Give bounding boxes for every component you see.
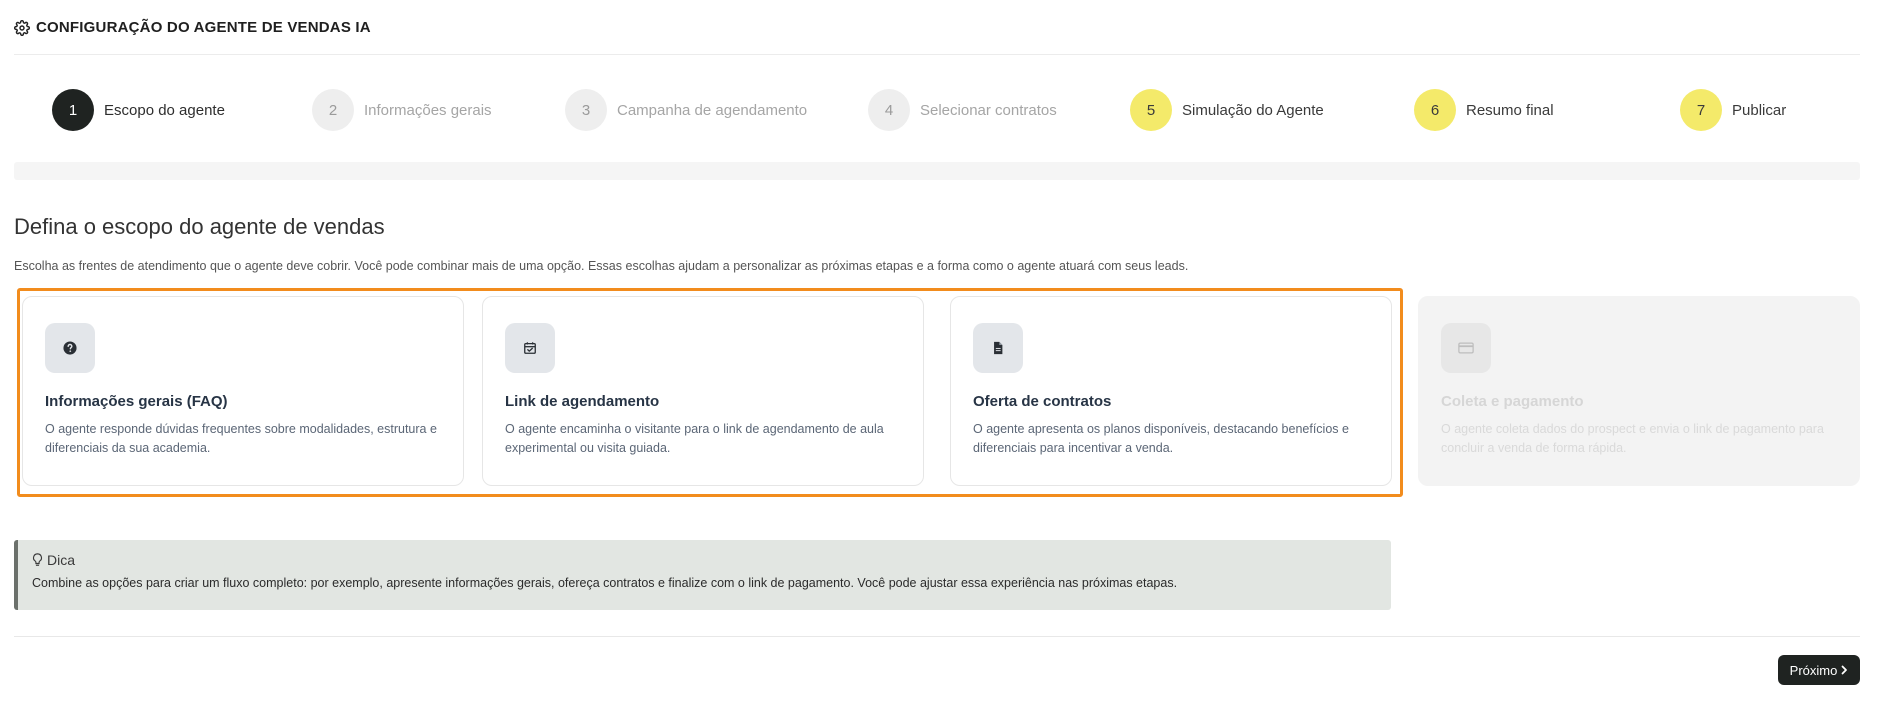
- step-number: 3: [565, 89, 607, 131]
- step-label: Campanha de agendamento: [617, 101, 808, 119]
- page-title: CONFIGURAÇÃO DO AGENTE DE VENDAS IA: [36, 19, 371, 36]
- scope-card-contract-offer[interactable]: Oferta de contratos O agente apresenta o…: [950, 296, 1392, 486]
- card-icon-box: [1441, 323, 1491, 373]
- card-icon-box: [973, 323, 1023, 373]
- section-description: Escolha as frentes de atendimento que o …: [14, 259, 1189, 273]
- step-label: Simulação do Agente: [1182, 101, 1324, 119]
- step-label: Selecionar contratos: [920, 101, 1057, 119]
- next-button-label: Próximo: [1789, 662, 1838, 678]
- card-icon-box: [45, 323, 95, 373]
- step-number: 6: [1414, 89, 1456, 131]
- card-title: Oferta de contratos: [973, 393, 1112, 410]
- step-number: 4: [868, 89, 910, 131]
- step-general-info: 2 Informações gerais: [312, 89, 492, 131]
- tip-box: Dica Combine as opções para criar um flu…: [14, 540, 1391, 610]
- step-number: 2: [312, 89, 354, 131]
- step-number: 1: [52, 89, 94, 131]
- chevron-right-icon: [1841, 665, 1848, 675]
- tip-text: Combine as opções para criar um fluxo co…: [32, 576, 1178, 590]
- calendar-check-icon: [524, 342, 536, 354]
- credit-card-icon: [1458, 342, 1474, 354]
- document-icon: [994, 341, 1003, 355]
- scope-card-faq[interactable]: Informações gerais (FAQ) O agente respon…: [22, 296, 464, 486]
- step-label: Resumo final: [1466, 101, 1554, 119]
- step-scheduling-campaign: 3 Campanha de agendamento: [565, 89, 807, 131]
- tip-header: Dica: [32, 552, 1377, 568]
- tip-title: Dica: [47, 552, 76, 568]
- step-label: Publicar: [1732, 101, 1787, 119]
- card-icon-box: [505, 323, 555, 373]
- next-button[interactable]: Próximo: [1778, 655, 1860, 685]
- card-description: O agente coleta dados do prospect e envi…: [1441, 422, 1824, 455]
- step-label: Informações gerais: [364, 101, 492, 119]
- card-description: O agente apresenta os planos disponíveis…: [973, 422, 1349, 455]
- section-title: Defina o escopo do agente de vendas: [14, 214, 385, 239]
- scope-card-scheduling-link[interactable]: Link de agendamento O agente encaminha o…: [482, 296, 924, 486]
- step-final-summary[interactable]: 6 Resumo final: [1414, 89, 1554, 131]
- step-publish[interactable]: 7 Publicar: [1680, 89, 1786, 131]
- page-header: CONFIGURAÇÃO DO AGENTE DE VENDAS IA: [14, 19, 1860, 55]
- step-select-contracts: 4 Selecionar contratos: [868, 89, 1057, 131]
- progress-track: [14, 162, 1860, 180]
- card-title: Coleta e pagamento: [1441, 393, 1584, 410]
- lightbulb-icon: [32, 553, 43, 566]
- step-number: 7: [1680, 89, 1722, 131]
- step-number: 5: [1130, 89, 1172, 131]
- footer-divider: [14, 636, 1860, 637]
- step-scope[interactable]: 1 Escopo do agente: [52, 89, 225, 131]
- step-label: Escopo do agente: [104, 101, 225, 119]
- card-title: Informações gerais (FAQ): [45, 393, 228, 410]
- wizard-stepper: 1 Escopo do agente 2 Informações gerais …: [52, 89, 1832, 131]
- card-title: Link de agendamento: [505, 393, 660, 410]
- question-circle-icon: [63, 341, 77, 355]
- step-agent-simulation[interactable]: 5 Simulação do Agente: [1130, 89, 1324, 131]
- gear-icon: [14, 20, 30, 36]
- card-description: O agente responde dúvidas frequentes sob…: [45, 422, 437, 455]
- agent-config-page: CONFIGURAÇÃO DO AGENTE DE VENDAS IA 1 Es…: [0, 0, 1881, 706]
- scope-card-collection-payment: Coleta e pagamento O agente coleta dados…: [1418, 296, 1860, 486]
- card-description: O agente encaminha o visitante para o li…: [505, 422, 884, 455]
